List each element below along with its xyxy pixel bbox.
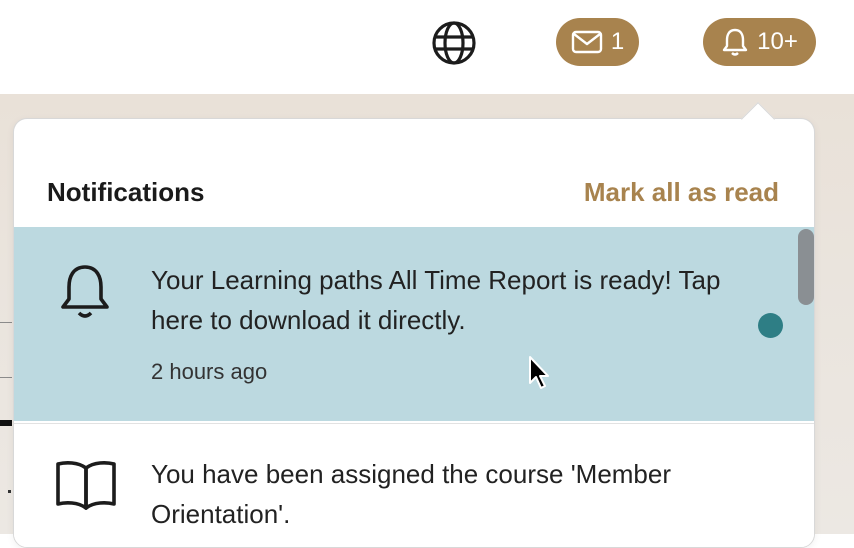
notification-text: You have been assigned the course 'Membe…	[151, 459, 672, 529]
mail-icon	[571, 30, 603, 54]
notifications-count: 10+	[757, 28, 798, 55]
messages-button[interactable]: 1	[556, 18, 639, 66]
notifications-dropdown: Notifications Mark all as read Your Lear…	[13, 118, 815, 548]
top-bar: 1 10+	[0, 0, 854, 94]
notifications-button[interactable]: 10+	[703, 18, 816, 66]
book-icon	[54, 458, 118, 519]
notification-text: Your Learning paths All Time Report is r…	[151, 265, 721, 335]
mark-all-read-button[interactable]: Mark all as read	[584, 177, 779, 208]
notification-item[interactable]: Your Learning paths All Time Report is r…	[14, 227, 814, 421]
dropdown-title: Notifications	[47, 177, 205, 207]
language-button[interactable]	[430, 19, 477, 66]
bell-icon	[54, 261, 116, 328]
scrollbar-thumb[interactable]	[798, 229, 814, 305]
mouse-cursor-icon	[529, 356, 549, 389]
notification-time: 2 hours ago	[151, 359, 268, 384]
notification-item[interactable]: You have been assigned the course 'Membe…	[14, 423, 814, 547]
dropdown-header: Notifications Mark all as read	[14, 119, 814, 227]
unread-indicator	[758, 313, 783, 338]
bell-icon	[722, 28, 748, 56]
globe-icon	[431, 20, 476, 65]
messages-count: 1	[610, 28, 625, 55]
